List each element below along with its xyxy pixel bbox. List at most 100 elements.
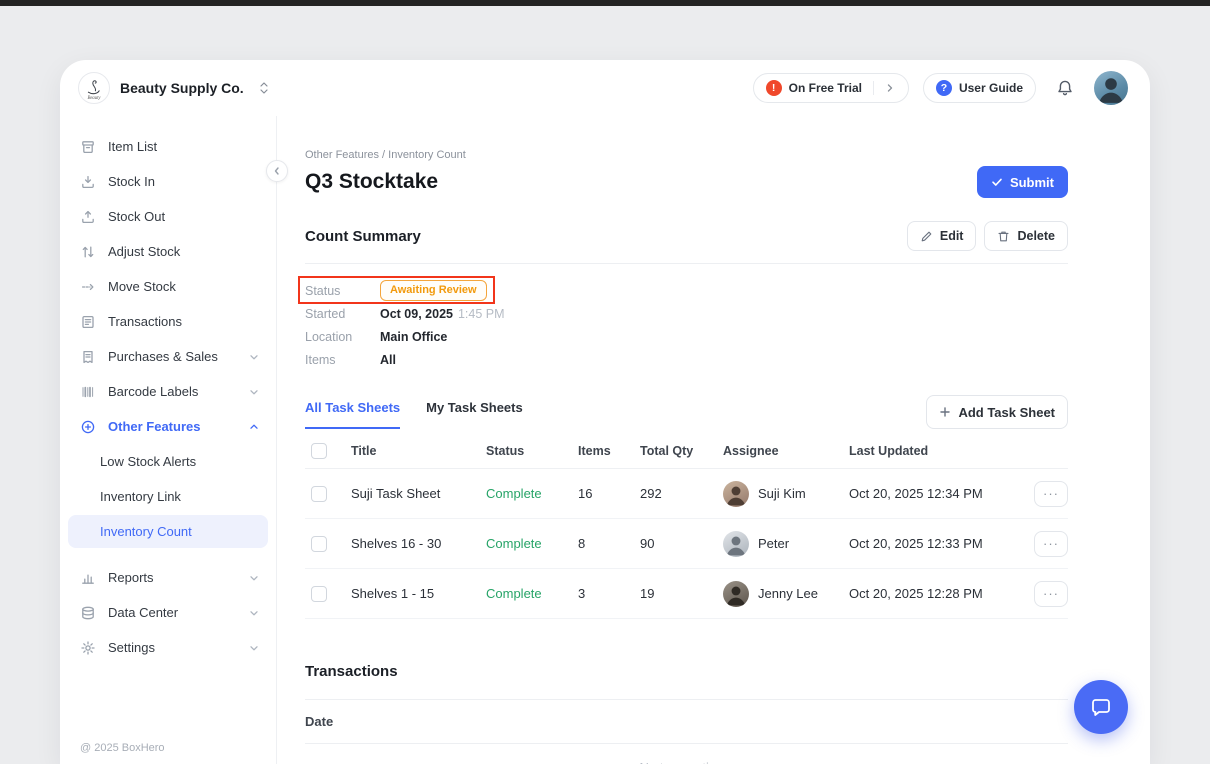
sidebar-item-data-center[interactable]: Data Center [60,595,276,630]
sidebar-item-label: Stock In [108,174,155,189]
sidebar: Item List Stock In Stock Out Adjust Stoc… [60,116,277,764]
started-field: Started Oct 09, 2025 1:45 PM [305,302,1068,325]
sidebar-item-label: Adjust Stock [108,244,180,259]
task-sheet-items: 16 [578,486,640,501]
notifications-button[interactable] [1050,79,1080,97]
sidebar-item-label: Barcode Labels [108,384,198,399]
company-switcher[interactable]: Beauty Beauty Supply Co. [78,72,269,104]
chevron-down-icon [248,642,260,654]
table-row[interactable]: Suji Task Sheet Complete 16 292 Suji Kim… [305,469,1068,519]
free-trial-button[interactable]: ! On Free Trial [753,73,909,103]
chevron-down-icon [248,572,260,584]
sidebar-collapse-button[interactable] [266,160,288,182]
company-name: Beauty Supply Co. [120,80,244,96]
task-sheet-items: 3 [578,586,640,601]
items-label: Items [305,353,380,367]
pencil-icon [920,230,933,243]
trash-icon [997,230,1010,243]
select-all-checkbox[interactable] [311,443,327,459]
sidebar-item-inventory-link[interactable]: Inventory Link [60,479,276,514]
row-checkbox[interactable] [311,486,327,502]
sidebar-item-transactions[interactable]: Transactions [60,304,276,339]
row-menu-button[interactable]: ··· [1034,531,1068,557]
app-window: Beauty Beauty Supply Co. ! On Free Trial… [60,60,1150,764]
submit-button[interactable]: Submit [977,166,1068,198]
chevron-down-icon [248,351,260,363]
sidebar-item-label: Inventory Count [100,524,192,539]
row-checkbox[interactable] [311,536,327,552]
task-sheet-table-header: Title Status Items Total Qty Assignee La… [305,433,1068,469]
person-silhouette-icon [723,531,749,557]
column-items: Items [578,444,640,458]
sidebar-item-item-list[interactable]: Item List [60,129,276,164]
topbar: Beauty Beauty Supply Co. ! On Free Trial… [60,60,1150,116]
sidebar-item-label: Settings [108,640,155,655]
chevron-down-icon [248,386,260,398]
sidebar-item-settings[interactable]: Settings [60,630,276,665]
company-switcher-icon[interactable] [259,80,269,96]
sidebar-item-label: Low Stock Alerts [100,454,196,469]
ellipsis-icon: ··· [1043,487,1059,500]
sidebar-item-label: Data Center [108,605,178,620]
task-sheet-title[interactable]: Shelves 1 - 15 [351,586,486,601]
started-time: 1:45 PM [458,307,505,321]
row-checkbox[interactable] [311,586,327,602]
edit-button[interactable]: Edit [907,221,977,251]
column-last-updated: Last Updated [849,444,1034,458]
person-silhouette-icon [723,581,749,607]
location-value: Main Office [380,330,447,344]
sidebar-item-barcode-labels[interactable]: Barcode Labels [60,374,276,409]
sidebar-item-label: Move Stock [108,279,176,294]
sidebar-item-purchases-sales[interactable]: Purchases & Sales [60,339,276,374]
chevron-right-icon [884,82,896,94]
database-icon [80,605,96,621]
bar-chart-icon [80,570,96,586]
sidebar-item-label: Other Features [108,419,200,434]
sidebar-item-inventory-count[interactable]: Inventory Count [68,515,268,548]
sidebar-item-stock-out[interactable]: Stock Out [60,199,276,234]
tab-all-task-sheets[interactable]: All Task Sheets [305,400,400,429]
chevron-up-icon [248,421,260,433]
add-task-sheet-button[interactable]: Add Task Sheet [926,395,1068,429]
dashed-arrow-right-icon [80,279,96,295]
table-row[interactable]: Shelves 1 - 15 Complete 3 19 Jenny Lee O… [305,569,1068,619]
row-menu-button[interactable]: ··· [1034,481,1068,507]
bell-icon [1056,79,1074,97]
table-row[interactable]: Shelves 16 - 30 Complete 8 90 Peter Oct … [305,519,1068,569]
last-updated: Oct 20, 2025 12:33 PM [849,536,1034,551]
sidebar-item-other-features[interactable]: Other Features [60,409,276,444]
sidebar-item-low-stock-alerts[interactable]: Low Stock Alerts [60,444,276,479]
task-sheet-total-qty: 90 [640,536,723,551]
user-avatar[interactable] [1094,71,1128,105]
status-field: Status Awaiting Review [305,279,1068,302]
last-updated: Oct 20, 2025 12:28 PM [849,586,1034,601]
user-guide-button[interactable]: ? User Guide [923,73,1036,103]
breadcrumb[interactable]: Other Features / Inventory Count [305,149,1068,161]
delete-button[interactable]: Delete [984,221,1068,251]
column-assignee: Assignee [723,444,849,458]
sidebar-item-stock-in[interactable]: Stock In [60,164,276,199]
receipt-icon [80,349,96,365]
ellipsis-icon: ··· [1043,537,1059,550]
status-badge: Awaiting Review [380,280,487,301]
chevron-left-icon [271,165,283,177]
row-menu-button[interactable]: ··· [1034,581,1068,607]
tab-my-task-sheets[interactable]: My Task Sheets [426,400,523,429]
assignee-avatar [723,531,749,557]
sidebar-item-adjust-stock[interactable]: Adjust Stock [60,234,276,269]
task-sheet-title[interactable]: Shelves 16 - 30 [351,536,486,551]
transactions-date-column: Date [305,714,1068,730]
main-content: Other Features / Inventory Count Q3 Stoc… [277,116,1150,764]
chat-bubble-icon [1089,695,1113,719]
task-sheet-title[interactable]: Suji Task Sheet [351,486,486,501]
sidebar-item-label: Inventory Link [100,489,181,504]
sidebar-item-reports[interactable]: Reports [60,560,276,595]
ellipsis-icon: ··· [1043,587,1059,600]
task-sheet-status: Complete [486,586,578,601]
sidebar-item-label: Item List [108,139,157,154]
chat-support-button[interactable] [1074,680,1128,734]
arrow-down-tray-icon [80,174,96,190]
sidebar-item-move-stock[interactable]: Move Stock [60,269,276,304]
assignee-avatar [723,481,749,507]
company-logo: Beauty [78,72,110,104]
